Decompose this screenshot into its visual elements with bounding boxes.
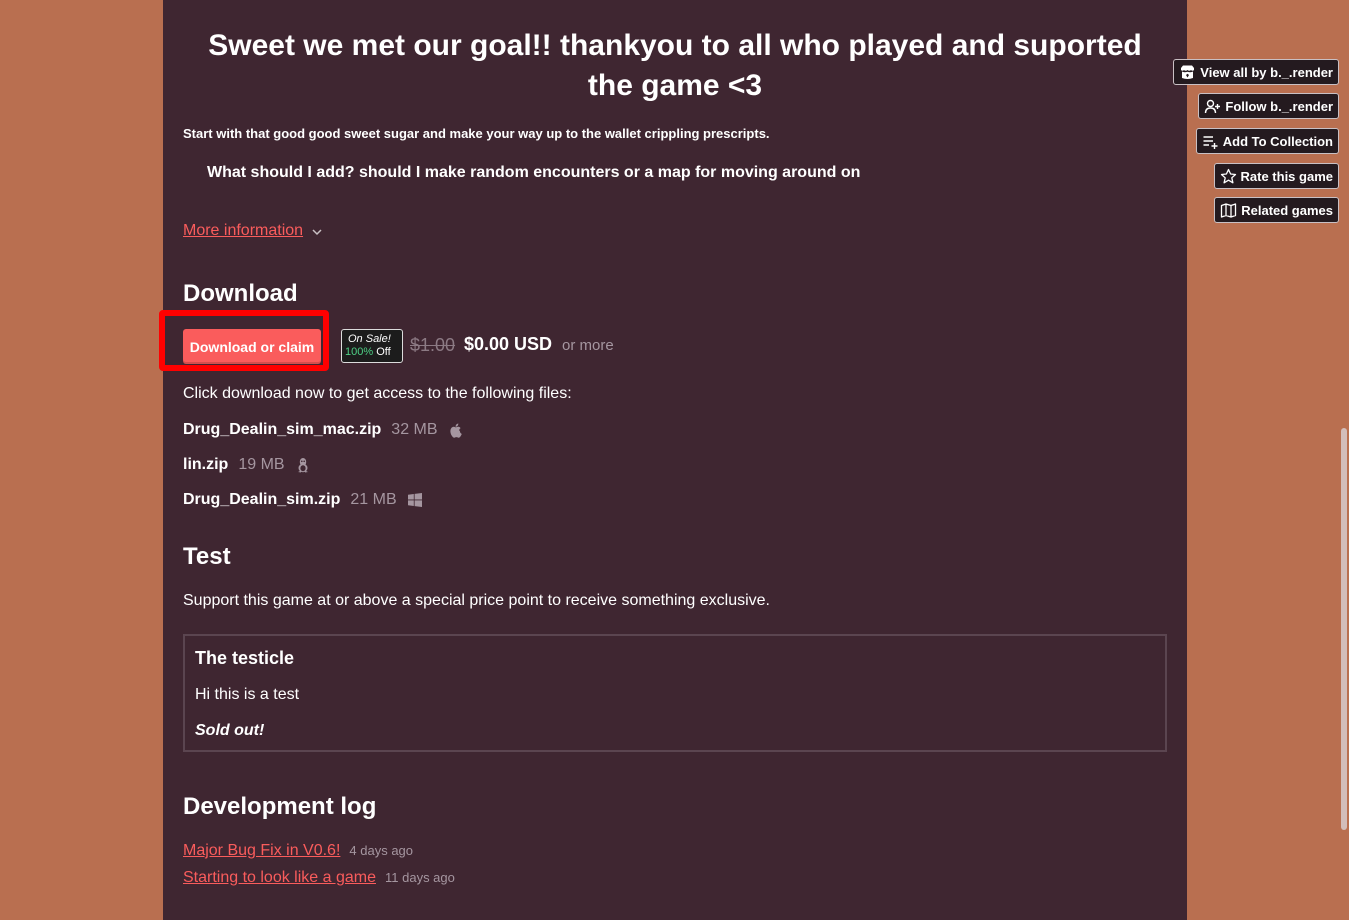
view-all-by-author-label: View all by b._.render xyxy=(1200,64,1333,80)
linux-icon xyxy=(297,458,308,473)
page-headline: Sweet we met our goal!! thankyou to all … xyxy=(208,29,1142,102)
add-to-collection-button[interactable]: Add To Collection xyxy=(1195,128,1339,154)
file-size: 19 MB xyxy=(238,456,285,473)
file-name: lin.zip xyxy=(183,456,229,473)
file-size: 32 MB xyxy=(391,421,438,438)
devlog-post-link[interactable]: Major Bug Fix in V0.6! xyxy=(183,842,340,860)
original-price: $1.00 xyxy=(410,335,456,355)
add-to-collection-label: Add To Collection xyxy=(1222,133,1333,149)
question-text: What should I add? should I make random … xyxy=(207,164,861,181)
devlog-post: Major Bug Fix in V0.6! 4 days ago xyxy=(183,842,413,860)
add-list-icon xyxy=(1203,135,1218,149)
windows-icon xyxy=(407,493,422,507)
star-icon xyxy=(1220,168,1236,183)
game-page-column: Sweet we met our goal!! thankyou to all … xyxy=(159,0,1187,920)
devlog-heading: Development log xyxy=(183,793,377,820)
sale-badge-off: Off xyxy=(376,346,391,358)
or-more-label: or more xyxy=(562,337,614,354)
devlog-post: Starting to look like a game 11 days ago xyxy=(183,869,455,887)
reward-title: The testicle xyxy=(195,648,295,668)
related-games-button[interactable]: Related games xyxy=(1214,197,1339,223)
file-name: Drug_Dealin_sim_mac.zip xyxy=(183,421,382,438)
user-plus-icon xyxy=(1205,99,1221,113)
rate-game-button[interactable]: Rate this game xyxy=(1213,163,1339,189)
reward-card: The testicle Hi this is a test Sold out! xyxy=(183,634,1167,752)
intro-text: Start with that good good sweet sugar an… xyxy=(183,126,770,141)
file-size: 21 MB xyxy=(350,491,397,508)
access-text: Click download now to get access to the … xyxy=(183,385,572,402)
devlog-post-date: 4 days ago xyxy=(349,843,414,858)
related-games-label: Related games xyxy=(1241,202,1333,218)
file-row: Drug_Dealin_sim.zip 21 MB xyxy=(183,491,423,509)
file-name: Drug_Dealin_sim.zip xyxy=(183,491,341,508)
follow-author-button[interactable]: Follow b._.render xyxy=(1198,93,1339,119)
file-row: Drug_Dealin_sim_mac.zip 32 MB xyxy=(183,421,464,439)
current-price: $0.00 USD xyxy=(464,334,553,354)
reward-section-heading: Test xyxy=(183,543,231,570)
more-information-link[interactable]: More information xyxy=(183,222,303,240)
reward-description: Hi this is a test xyxy=(195,686,300,703)
sale-badge-percent: 100% xyxy=(345,346,374,358)
rate-game-label: Rate this game xyxy=(1240,168,1333,184)
devlog-post-date: 11 days ago xyxy=(385,870,455,885)
itchio-icon xyxy=(1181,65,1195,79)
download-heading: Download xyxy=(183,280,298,307)
reward-status: Sold out! xyxy=(195,722,265,739)
sale-badge: On Sale! 100% Off xyxy=(341,329,403,363)
view-all-by-author-button[interactable]: View all by b._.render xyxy=(1173,59,1339,85)
sale-badge-label: On Sale! xyxy=(348,333,391,345)
devlog-post-link[interactable]: Starting to look like a game xyxy=(183,869,376,887)
page-scrollbar[interactable] xyxy=(1341,428,1347,830)
download-or-claim-button[interactable]: Download or claim xyxy=(183,329,321,364)
map-icon xyxy=(1221,202,1237,218)
file-row: lin.zip 19 MB xyxy=(183,456,311,474)
follow-author-label: Follow b._.render xyxy=(1225,98,1333,114)
support-text: Support this game at or above a special … xyxy=(183,592,770,609)
chevron-down-icon xyxy=(312,229,322,236)
apple-icon xyxy=(449,423,462,438)
